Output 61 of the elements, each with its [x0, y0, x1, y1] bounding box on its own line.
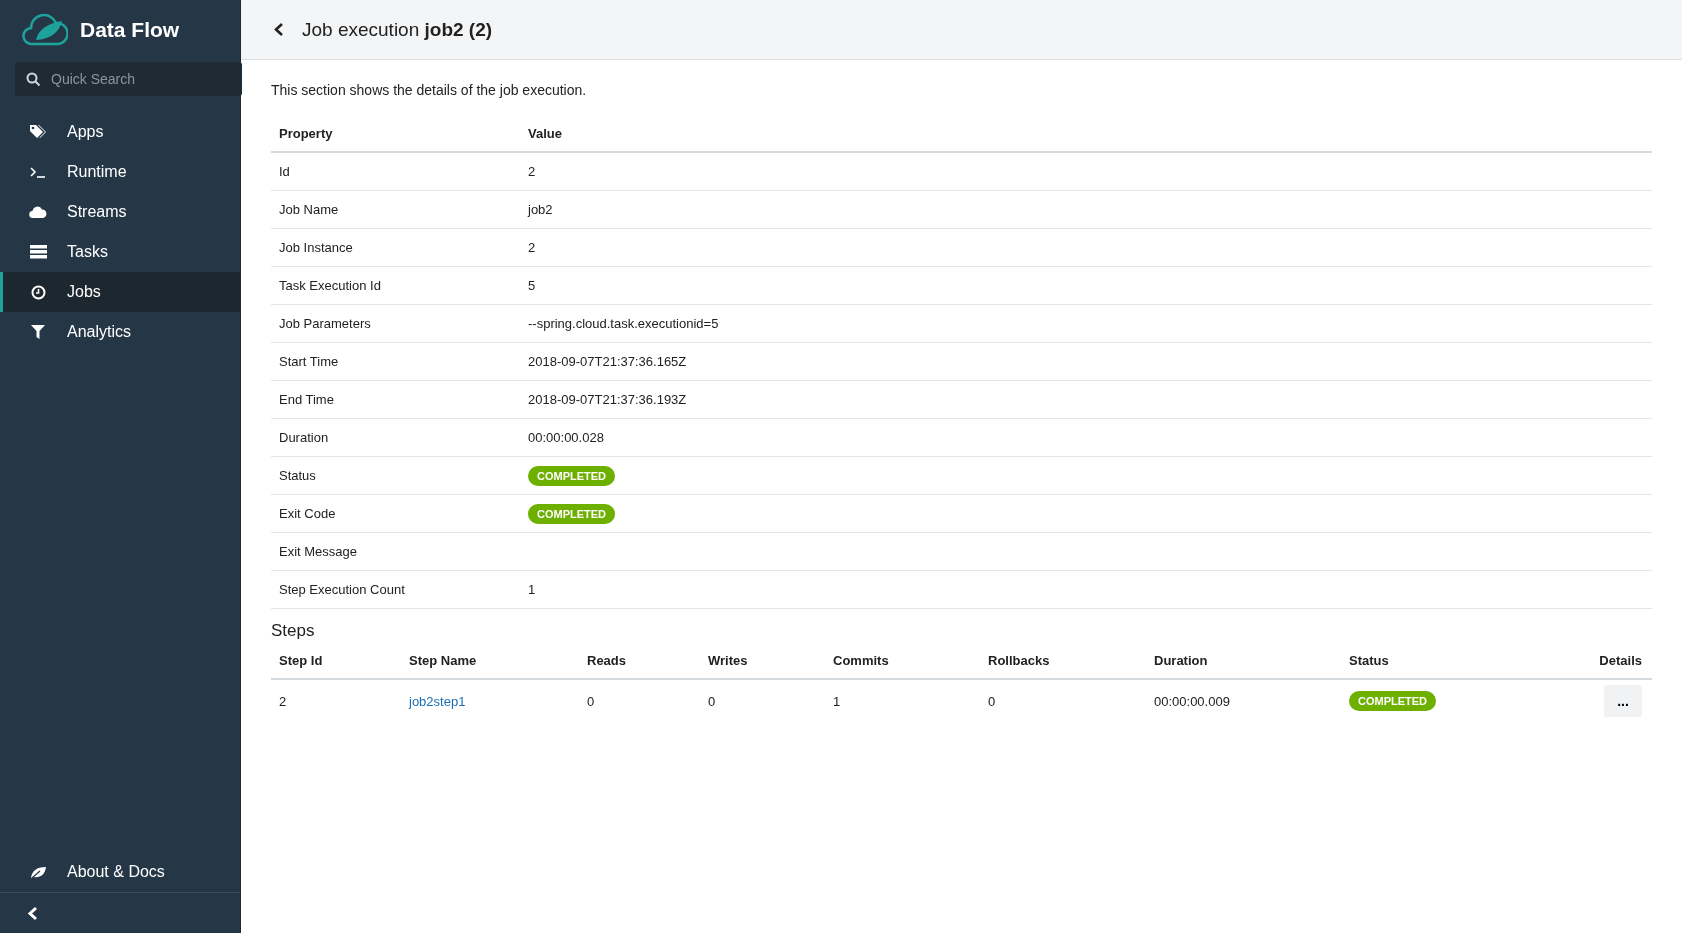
column-header: Reads — [587, 653, 627, 668]
table-cell: 0 — [988, 693, 996, 709]
property-label: Start Time — [279, 354, 339, 369]
property-value: job2 — [528, 202, 553, 217]
column-header: Rollbacks — [988, 653, 1050, 668]
property-label: Job Name — [279, 202, 339, 217]
step-link[interactable]: job2step1 — [409, 693, 466, 709]
property-label: Id — [279, 164, 290, 179]
page-title: Job execution job2 (2) — [302, 18, 493, 41]
property-value: 2018-09-07T21:37:36.193Z — [528, 392, 687, 407]
sidebar-item[interactable]: Streams — [0, 192, 240, 232]
column-header: Details — [1599, 653, 1642, 668]
property-label: Duration — [279, 430, 329, 445]
column-header: Writes — [708, 653, 748, 668]
table-cell: 00:00:00.009 — [1154, 693, 1230, 709]
property-label: Job Instance — [279, 240, 353, 255]
property-value: 00:00:00.028 — [528, 430, 604, 445]
property-value: 1 — [528, 582, 536, 597]
details-button[interactable]: ... — [1604, 685, 1642, 717]
cloud-icon — [27, 205, 49, 219]
property-label: Step Execution Count — [279, 582, 405, 597]
sidebar-item[interactable]: Apps — [0, 112, 240, 152]
column-header: Step Id — [279, 653, 323, 668]
brand-name: Data Flow — [80, 18, 180, 42]
table-cell: 2 — [279, 693, 287, 709]
sidebar-item[interactable]: Runtime — [0, 152, 240, 192]
property-value: 2018-09-07T21:37:36.165Z — [528, 354, 687, 369]
tag-icon — [27, 124, 49, 140]
property-value: 5 — [528, 278, 536, 293]
property-label: Exit Code — [279, 506, 336, 521]
table-cell: 0 — [587, 693, 595, 709]
search-field[interactable]: Quick Search — [15, 62, 242, 96]
column-header: Step Name — [409, 653, 477, 668]
property-label: Job Parameters — [279, 316, 371, 331]
column-header: Status — [1349, 653, 1389, 668]
property-value: 2 — [528, 240, 536, 255]
logo-icon — [22, 14, 68, 46]
sidebar-item[interactable]: About & Docs — [0, 852, 240, 892]
column-header: Property — [279, 126, 333, 141]
status-badge: COMPLETED — [528, 465, 616, 486]
sidebar-item[interactable]: Jobs — [0, 272, 240, 312]
column-header: Duration — [1154, 653, 1208, 668]
property-value: 2 — [528, 164, 536, 179]
sidebar-item[interactable]: Tasks — [0, 232, 240, 272]
table-cell: 1 — [833, 693, 841, 709]
column-header: Value — [528, 126, 562, 141]
table-cell: 0 — [708, 693, 716, 709]
back-icon[interactable] — [273, 22, 284, 37]
property-label: Task Execution Id — [279, 278, 381, 293]
property-label: Status — [279, 468, 316, 483]
status-badge: COMPLETED — [1349, 691, 1437, 711]
property-label: End Time — [279, 392, 334, 407]
steps-heading: Steps — [271, 621, 316, 641]
server-icon — [27, 245, 49, 259]
property-label: Exit Message — [279, 544, 358, 559]
section-description: This section shows the details of the job execution. — [271, 82, 588, 98]
property-value: --spring.cloud.task.executionid=5 — [528, 316, 719, 331]
status-badge: COMPLETED — [528, 503, 616, 524]
column-header: Commits — [833, 653, 889, 668]
collapse-icon[interactable] — [27, 905, 38, 921]
sidebar-item[interactable]: Analytics — [0, 312, 240, 352]
